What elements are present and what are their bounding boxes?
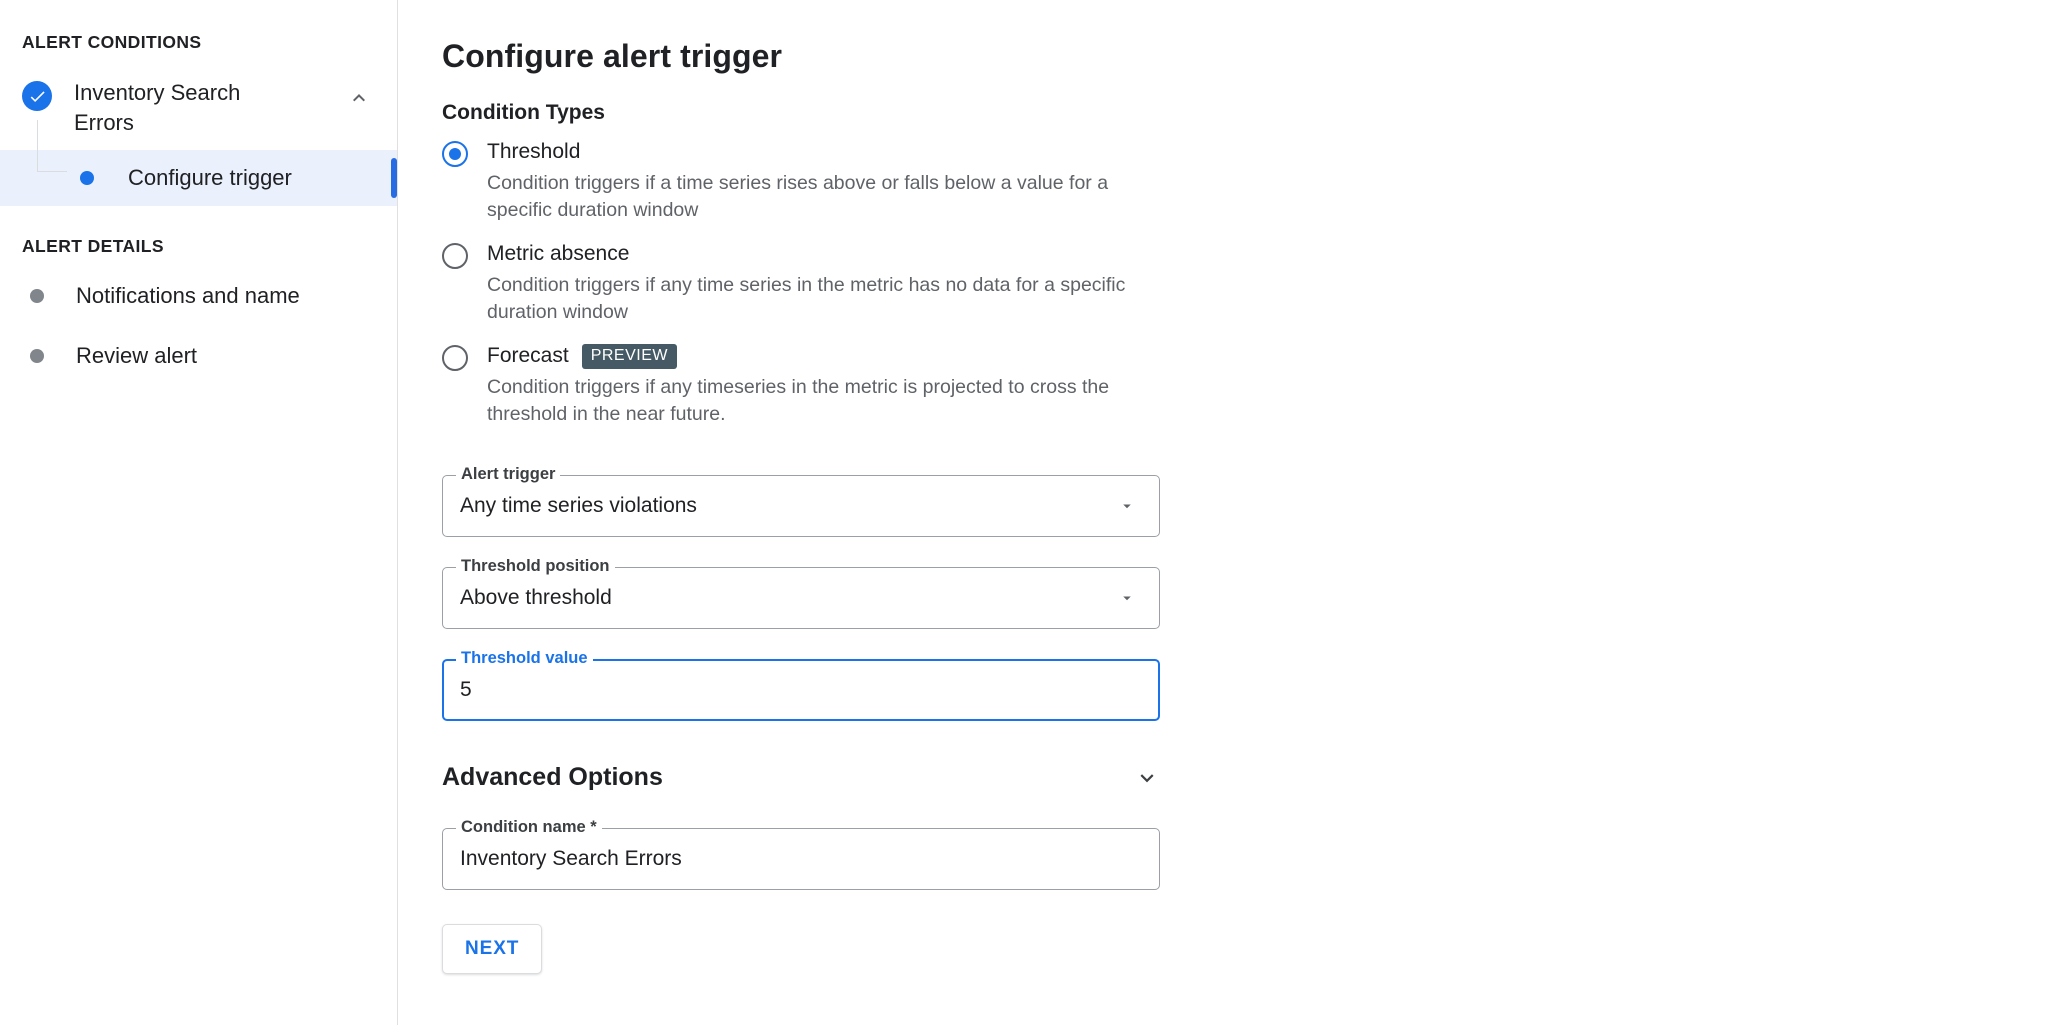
sidebar-item-configure-trigger[interactable]: Configure trigger [0,150,397,206]
bullet-dot-icon [30,349,44,363]
sidebar-section-alert-conditions: ALERT CONDITIONS [0,22,397,62]
tree-connector-line [37,120,38,172]
threshold-value-text: 5 [460,678,472,702]
bullet-dot-icon [30,289,44,303]
radio-label-text: Metric absence [487,241,629,267]
chevron-down-icon[interactable] [1134,765,1160,791]
condition-name-value: Inventory Search Errors [460,847,682,871]
chevron-down-icon[interactable] [1118,497,1136,515]
radio-option-metric-absence[interactable]: Metric absence Condition triggers if any… [442,241,1188,325]
radio-option-description: Condition triggers if any time series in… [487,272,1147,325]
sidebar: ALERT CONDITIONS Inventory Search Errors… [0,0,398,1025]
sidebar-subitem-label: Configure trigger [128,165,292,191]
radio-option-label: Metric absence [487,241,1147,267]
sidebar-item-label: Inventory Search Errors [74,78,260,138]
threshold-value-label: Threshold value [456,649,593,667]
tree-connector-elbow [37,171,67,172]
radio-option-label: Forecast PREVIEW [487,343,1147,369]
check-circle-icon [22,81,52,111]
sidebar-section-alert-details: ALERT DETAILS [0,226,397,266]
radio-option-threshold[interactable]: Threshold Condition triggers if a time s… [442,139,1188,223]
advanced-options-toggle[interactable]: Advanced Options [442,763,1160,792]
radio-option-description: Condition triggers if a time series rise… [487,170,1147,223]
condition-types-heading: Condition Types [442,101,1188,125]
condition-name-label: Condition name * [456,818,602,836]
radio-metric-absence-icon[interactable] [442,243,468,269]
alert-policy-editor: ALERT CONDITIONS Inventory Search Errors… [0,0,2048,1025]
chevron-down-icon[interactable] [1118,589,1136,607]
threshold-position-label: Threshold position [456,557,615,575]
radio-option-label: Threshold [487,139,1147,165]
advanced-options-label: Advanced Options [442,763,663,792]
threshold-position-value: Above threshold [460,586,612,610]
configure-trigger-form: Configure alert trigger Condition Types … [398,0,1188,1025]
threshold-value-input[interactable]: Threshold value 5 [442,659,1160,721]
sidebar-item-label: Notifications and name [76,283,300,309]
next-button[interactable]: NEXT [442,924,542,974]
radio-forecast-icon[interactable] [442,345,468,371]
preview-badge: PREVIEW [582,344,677,369]
condition-name-input[interactable]: Condition name * Inventory Search Errors [442,828,1160,890]
radio-threshold-icon[interactable] [442,141,468,167]
alert-trigger-label: Alert trigger [456,465,560,483]
sidebar-item-inventory-search-errors[interactable]: Inventory Search Errors [0,62,397,150]
page-title: Configure alert trigger [442,38,1188,75]
chevron-up-icon[interactable] [347,86,371,110]
preview-pane: 1 hour 6 hours 1 day 7 days 30 days Cust… [1188,0,2048,1025]
sidebar-item-label: Review alert [76,343,197,369]
sidebar-item-notifications-and-name[interactable]: Notifications and name [0,266,397,326]
alert-trigger-select[interactable]: Alert trigger Any time series violations [442,475,1160,537]
radio-option-forecast[interactable]: Forecast PREVIEW Condition triggers if a… [442,343,1188,427]
bullet-dot-icon [80,171,94,185]
threshold-position-select[interactable]: Threshold position Above threshold [442,567,1160,629]
alert-trigger-value: Any time series violations [460,494,697,518]
sidebar-item-review-alert[interactable]: Review alert [0,326,397,386]
radio-label-text: Threshold [487,139,580,165]
radio-label-text: Forecast [487,343,569,369]
radio-option-description: Condition triggers if any timeseries in … [487,374,1147,427]
selected-indicator-bar [391,158,397,198]
